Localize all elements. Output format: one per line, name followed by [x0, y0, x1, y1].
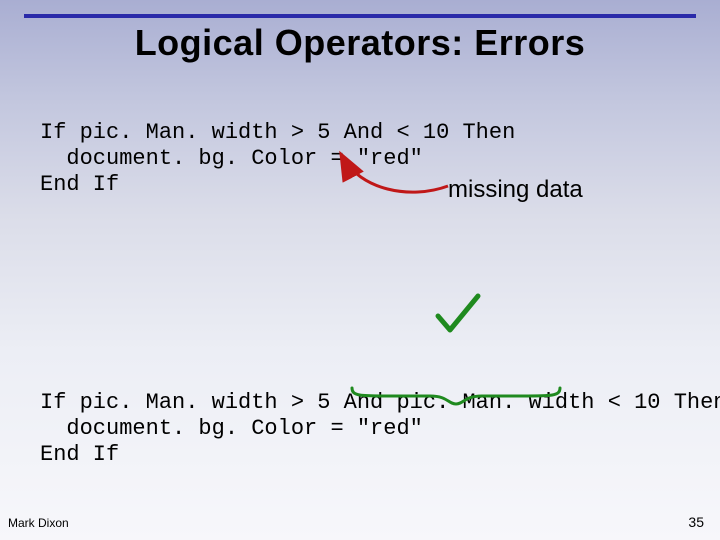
page-title: Logical Operators: Errors: [0, 22, 720, 64]
code-block-correct: If pic. Man. width > 5 And pic. Man. wid…: [40, 390, 720, 468]
header-rule: [24, 14, 696, 18]
annotation-missing-data: missing data: [448, 176, 583, 204]
footer-page-number: 35: [688, 514, 704, 530]
code-block-incorrect: If pic. Man. width > 5 And < 10 Then doc…: [40, 120, 515, 198]
footer-author: Mark Dixon: [8, 516, 69, 530]
checkmark-icon: [438, 296, 478, 330]
